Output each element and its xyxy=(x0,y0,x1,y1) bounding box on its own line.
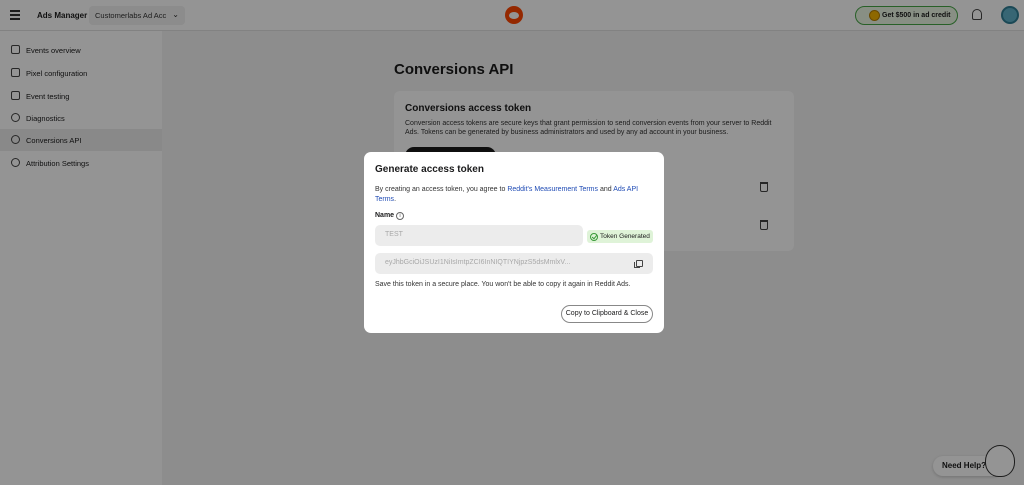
generate-token-dialog: Generate access token By creating an acc… xyxy=(364,152,664,333)
terms-text: By creating an access token, you agree t… xyxy=(375,185,655,205)
measurement-terms-link[interactable]: Reddit's Measurement Terms xyxy=(507,186,598,193)
name-input[interactable]: TEST xyxy=(375,225,583,246)
save-note: Save this token in a secure place. You w… xyxy=(375,281,631,288)
copy-icon[interactable] xyxy=(634,260,643,268)
terms-and: and xyxy=(598,186,614,193)
token-field[interactable]: eyJhbGciOiJSUzI1NiIsImtpZCI6InNIQTIYNjpz… xyxy=(375,253,653,274)
dialog-title: Generate access token xyxy=(375,164,484,175)
terms-prefix: By creating an access token, you agree t… xyxy=(375,186,508,193)
token-generated-badge: Token Generated xyxy=(587,230,653,243)
name-label: Name xyxy=(375,212,395,219)
copy-to-clipboard-close-button[interactable]: Copy to Clipboard & Close xyxy=(561,305,653,323)
info-icon[interactable]: i xyxy=(396,211,404,220)
terms-suffix: . xyxy=(394,196,397,204)
check-circle-icon xyxy=(590,232,598,241)
badge-label: Token Generated xyxy=(600,233,650,240)
